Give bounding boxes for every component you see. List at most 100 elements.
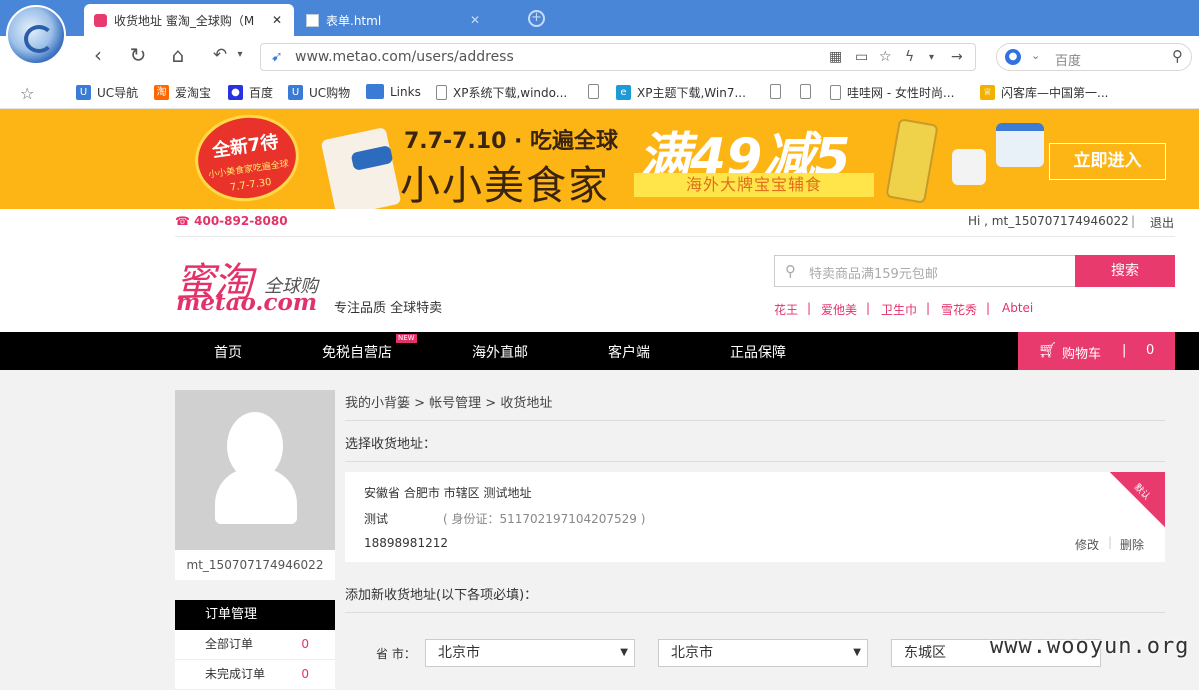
breadcrumb[interactable]: 我的小背篓 > 帐号管理 > 收货地址: [345, 392, 552, 411]
page-icon: [436, 85, 447, 100]
bookmark-label: XP主题下载,Win7...: [637, 86, 746, 100]
sidebar-item-label: 全部订单: [205, 637, 254, 651]
bookmark-star-icon[interactable]: ☆: [20, 84, 34, 103]
chevron-down-icon[interactable]: ⌄: [1031, 49, 1040, 62]
bookmark-xp-download[interactable]: XP系统下载,windo...: [436, 84, 567, 101]
divider: [345, 461, 1165, 462]
promo-badge: 全新7待 小小美食家吃遍全球 7.7-7.30: [189, 109, 305, 208]
bookmark-aitaobao[interactable]: 淘爱淘宝: [154, 84, 211, 101]
search-icon: ⚲: [785, 262, 796, 280]
tab-address[interactable]: 收货地址 蜜淘_全球购（M ✕: [84, 4, 294, 36]
nav-duty-free[interactable]: 免税自营店: [322, 342, 392, 362]
hot-word-link[interactable]: 雪花秀: [941, 301, 977, 318]
bookmark-uc-nav[interactable]: U UC导航: [76, 84, 138, 101]
address-card[interactable]: 安徽省 合肥市 市辖区 测试地址 测试 ( 身份证：51170219710420…: [345, 472, 1165, 562]
order-count: 0: [301, 637, 309, 651]
reader-icon[interactable]: ▭: [855, 49, 868, 65]
home-icon[interactable]: ⌂: [166, 44, 190, 68]
chevron-down-icon: ▼: [853, 647, 861, 658]
banner-title: 小小美食家: [400, 163, 610, 209]
qr-code-icon[interactable]: ▦: [829, 49, 842, 65]
sidebar-item-label: 未完成订单: [205, 667, 266, 681]
add-address-title: 添加新收货地址(以下各项必填)：: [345, 588, 538, 603]
banner-subtitle: 海外大牌宝宝辅食: [634, 173, 874, 197]
address-text: 安徽省 合肥市 市辖区 测试地址: [364, 486, 532, 500]
trophy-icon: ♕: [980, 85, 995, 100]
delete-link[interactable]: 删除: [1120, 536, 1144, 553]
reload-icon[interactable]: ↻: [126, 44, 150, 68]
bookmark-links[interactable]: Links: [366, 84, 421, 99]
nav-home[interactable]: 首页: [214, 342, 242, 362]
logo-english[interactable]: metao.com: [176, 289, 317, 316]
divider: [175, 236, 1175, 237]
bookmark-label: 哇哇网 - 女性时尚...: [847, 86, 955, 100]
id-card-number: ( 身份证：511702197104207529 ): [443, 512, 646, 526]
star-icon[interactable]: ☆: [879, 49, 892, 65]
nav-guarantee[interactable]: 正品保障: [730, 342, 786, 362]
cart-count: 0: [1146, 343, 1155, 358]
cart-button[interactable]: 🛒︎ 购物车 | 0: [1018, 332, 1175, 370]
edit-link[interactable]: 修改: [1075, 536, 1099, 553]
new-badge: NEW: [396, 334, 417, 343]
bookmark-xp-theme[interactable]: e XP主题下载,Win7...: [616, 84, 746, 101]
bookmark-uc-shopping[interactable]: U UC购物: [288, 84, 350, 101]
baidu-paw-icon[interactable]: ●: [1005, 49, 1021, 65]
close-icon[interactable]: ✕: [468, 13, 482, 27]
bookmark-baidu[interactable]: ● 百度: [228, 84, 273, 101]
province-city-label: 省 市：: [376, 647, 416, 661]
site-search-input[interactable]: ⚲ 特卖商品满159元包邮: [774, 255, 1076, 287]
cart-icon: 🛒︎: [1038, 341, 1058, 359]
page-icon[interactable]: [800, 84, 817, 99]
lightning-icon[interactable]: ϟ: [905, 49, 914, 65]
logout-link[interactable]: 退出: [1150, 214, 1174, 231]
browser-search-box[interactable]: ● ⌄ 百度 ⚲: [996, 43, 1192, 71]
bookmark-wawa[interactable]: 哇哇网 - 女性时尚...: [830, 84, 954, 101]
new-tab-button[interactable]: +: [528, 10, 545, 27]
search-placeholder: 百度: [1055, 54, 1082, 69]
user-greeting[interactable]: Hi , mt_150707174946022: [968, 214, 1129, 228]
page-icon[interactable]: [588, 84, 605, 99]
select-value: 东城区: [904, 645, 946, 661]
sidebar-item-all-orders[interactable]: 全部订单 0: [175, 630, 335, 660]
enter-now-button[interactable]: 立即进入: [1049, 143, 1166, 180]
close-icon[interactable]: ✕: [270, 13, 284, 27]
divider: |: [986, 301, 991, 315]
promo-banner[interactable]: 全新7待 小小美食家吃遍全球 7.7-7.30 7.7-7.10 · 吃遍全球 …: [0, 109, 1199, 209]
taobao-icon: 淘: [154, 85, 169, 100]
hot-word-link[interactable]: Abtei: [1002, 301, 1033, 315]
chevron-down-icon[interactable]: ▾: [228, 44, 252, 68]
province-select[interactable]: 北京市 ▼: [425, 639, 635, 667]
bookmark-label: UC购物: [309, 86, 351, 100]
bookmark-label: 百度: [249, 86, 274, 100]
search-button[interactable]: 搜索: [1075, 255, 1175, 287]
bookmark-shanke[interactable]: ♕ 闪客库—中国第一...: [980, 84, 1108, 101]
ie-icon: e: [616, 85, 631, 100]
tab-form-html[interactable]: 表单.html ✕: [296, 4, 492, 36]
go-arrow-icon[interactable]: →: [951, 49, 963, 65]
chevron-down-icon[interactable]: ▾: [929, 52, 934, 63]
page-icon[interactable]: [770, 84, 787, 99]
default-label: 默认: [1131, 482, 1152, 503]
cart-label: 购物车: [1062, 347, 1102, 362]
url-text[interactable]: www.metao.com/users/address: [295, 49, 514, 65]
watermark: www.wooyun.org: [990, 634, 1190, 659]
order-management-header[interactable]: 订单管理: [175, 600, 335, 630]
divider: |: [807, 301, 812, 315]
hot-word-link[interactable]: 花王: [774, 301, 798, 318]
hot-word-link[interactable]: 卫生巾: [881, 301, 917, 318]
hot-word-link[interactable]: 爱他美: [821, 301, 857, 318]
back-icon[interactable]: ‹: [86, 44, 110, 68]
sidebar-item-unfinished-orders[interactable]: 未完成订单 0: [175, 660, 335, 690]
city-select[interactable]: 北京市 ▼: [658, 639, 868, 667]
recipient-name: 测试: [364, 512, 389, 526]
slogan: 专注品质 全球特卖: [334, 301, 443, 316]
uc-browser-logo-icon[interactable]: [6, 5, 66, 65]
search-icon[interactable]: ⚲: [1172, 47, 1183, 65]
avatar[interactable]: [175, 390, 335, 550]
nav-overseas[interactable]: 海外直邮: [472, 342, 528, 362]
chevron-down-icon: ▼: [620, 647, 628, 658]
order-count: 0: [301, 667, 309, 681]
nav-client[interactable]: 客户端: [608, 342, 650, 362]
avatar-body-icon: [215, 468, 297, 524]
address-bar[interactable]: ➹ www.metao.com/users/address ▦ ▭ ☆ ϟ ▾ …: [260, 43, 976, 71]
